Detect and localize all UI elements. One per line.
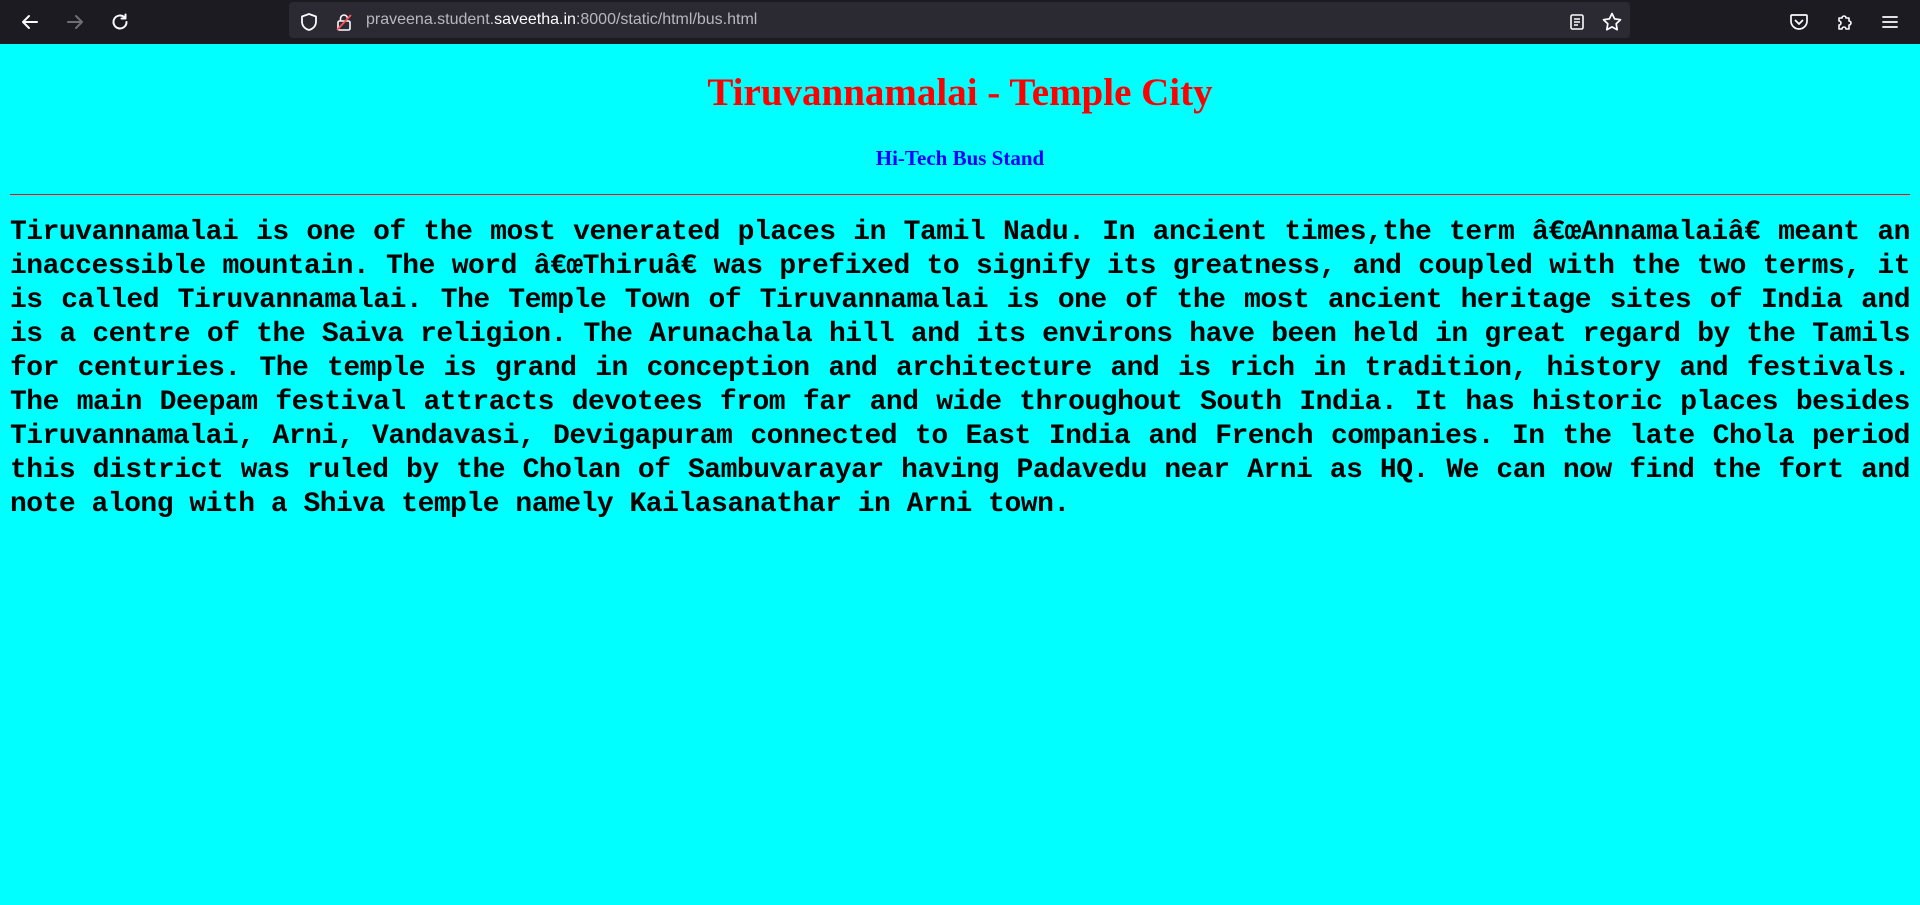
star-icon[interactable]	[1596, 6, 1628, 38]
browser-toolbar: praveena.student.saveetha.in:8000/static…	[0, 0, 1920, 44]
horizontal-rule	[10, 194, 1910, 195]
url-host: saveetha.in	[494, 11, 576, 28]
hamburger-menu-icon[interactable]	[1874, 6, 1906, 38]
reader-view-icon[interactable]	[1561, 6, 1593, 38]
puzzle-icon[interactable]	[1829, 6, 1861, 38]
page-subtitle: Hi-Tech Bus Stand	[875, 146, 1045, 170]
url-prefix: praveena.student.	[366, 11, 495, 28]
page-title: Tiruvannamalai - Temple City	[707, 71, 1213, 114]
back-arrow-icon[interactable]	[14, 6, 46, 38]
description-paragraph: Tiruvannamalai is one of the most venera…	[10, 217, 1911, 520]
url-text[interactable]: praveena.student.saveetha.in:8000/static…	[366, 0, 757, 40]
forward-arrow-icon[interactable]	[59, 6, 91, 38]
page-content: Tiruvannamalai - Temple City Hi-Tech Bus…	[0, 44, 1920, 905]
insecure-lock-icon[interactable]	[328, 6, 360, 38]
url-suffix: :8000/static/html/bus.html	[575, 11, 758, 28]
shield-icon[interactable]	[293, 6, 325, 38]
reload-icon[interactable]	[104, 6, 136, 38]
pocket-icon[interactable]	[1783, 6, 1815, 38]
